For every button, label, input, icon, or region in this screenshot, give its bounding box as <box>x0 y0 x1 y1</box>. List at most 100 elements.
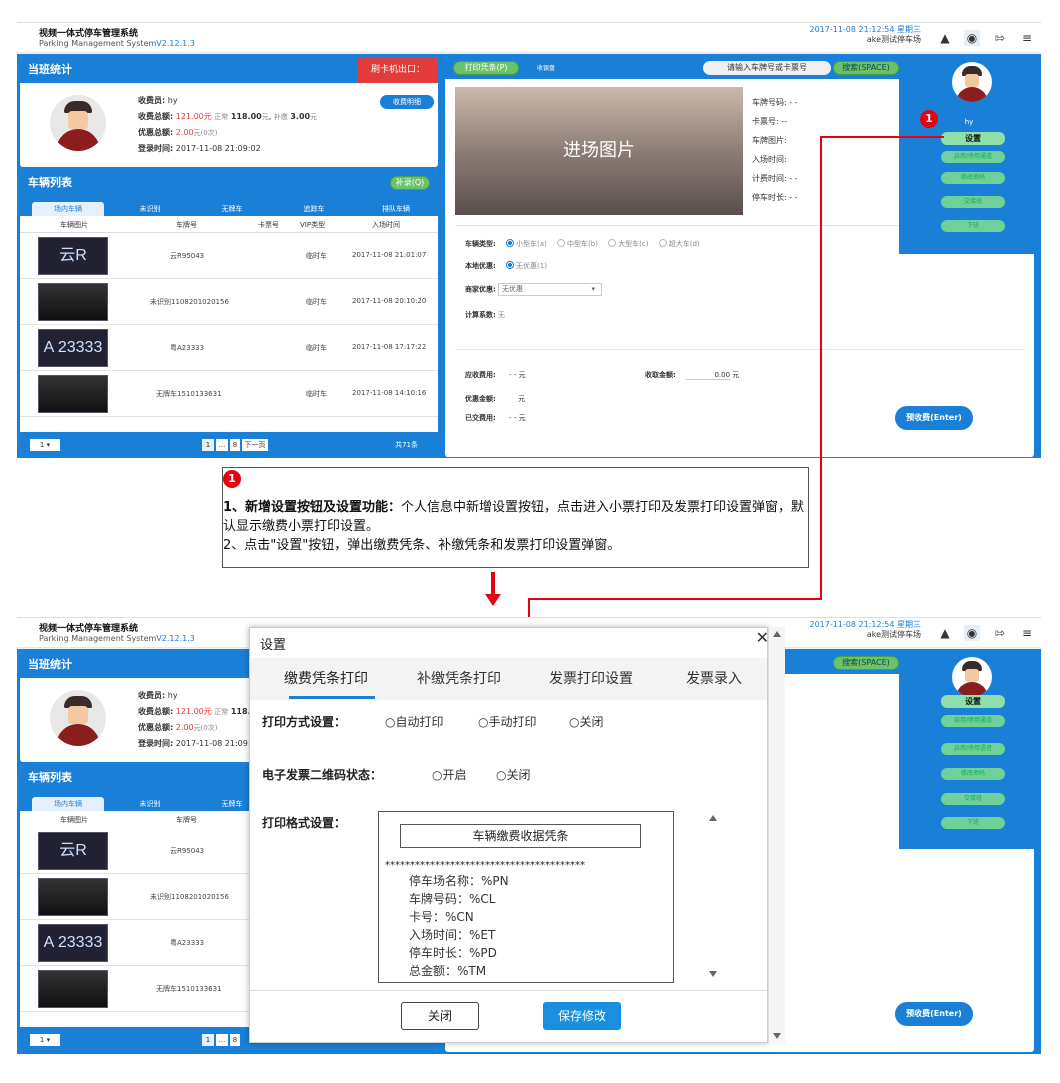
toggle-voice-button[interactable]: 启用/停用语音 <box>941 743 1005 755</box>
paid-label: 已交费用: <box>465 414 496 422</box>
menu-icon[interactable]: ≡ <box>1019 625 1035 641</box>
settings-button[interactable]: 设置 <box>941 132 1005 145</box>
table-row[interactable]: 云R 95043 云R95043 临时车 2017-11-08 21:01:07 <box>20 233 438 279</box>
user-icon[interactable]: ◉ <box>964 625 980 641</box>
lot-name: ake测试停车场 <box>866 630 921 639</box>
radio-small[interactable] <box>506 239 515 247</box>
vip-cell: 临时车 <box>306 344 327 352</box>
radio-xl[interactable] <box>658 239 667 247</box>
plate-cell: 粤A23333 <box>170 939 205 947</box>
receipt-format-editor[interactable]: 车辆缴费收据凭条 *******************************… <box>378 811 674 983</box>
tab-queue[interactable]: 排队车辆 <box>360 202 432 216</box>
duration-label: 停车时长: - - <box>752 193 798 202</box>
coef-value: 无 <box>498 311 506 319</box>
page-size-select[interactable]: 1 ▾ <box>30 1034 60 1046</box>
change-password-button[interactable]: 修改密码 <box>941 172 1005 184</box>
divider <box>455 349 1025 350</box>
table-row[interactable]: A 23333 粤A23333 临时车 2017-11-08 17:17:22 <box>20 325 438 371</box>
shift-card: 当班统计 刷卡机出口： 收费员: hy 收费总额: 121.00元 正常 118… <box>20 57 438 167</box>
radio-auto-print[interactable]: ○自动打印 <box>385 713 443 730</box>
close-button[interactable]: 关闭 <box>401 1002 479 1030</box>
editor-scrollbar[interactable] <box>705 811 721 983</box>
main-area: 当班统计 刷卡机出口： 收费员: hy 收费总额: 121.00元 正常 118… <box>17 54 1041 458</box>
shift-info: 收费员: hy 收费总额: 121.00元 正常 118.00元, 补缴 3.0… <box>138 96 318 153</box>
radio-large[interactable] <box>608 239 617 247</box>
table-row[interactable]: 未识别1108201020156 临时车 2017-11-08 20:10:20 <box>20 279 438 325</box>
page-8[interactable]: 8 <box>230 439 240 451</box>
total-value: 121.00 <box>175 112 204 121</box>
plate-image <box>38 970 108 1008</box>
radio-qr-on[interactable]: ○开启 <box>432 766 466 783</box>
login-value: 2017-11-08 21:09:02 <box>175 739 261 748</box>
menu-icon[interactable]: ≡ <box>1019 30 1035 46</box>
shirt-icon[interactable]: ▲ <box>937 30 953 46</box>
radio-medium[interactable] <box>557 239 566 247</box>
logout-button[interactable]: 下班 <box>941 817 1005 829</box>
dialog-scrollbar[interactable] <box>768 627 785 1043</box>
receipt-line: 总金额：%TM <box>409 964 487 978</box>
receipt-stars: **************************************** <box>385 860 585 871</box>
print-button[interactable]: 打印凭条(P) <box>453 61 519 75</box>
radio-local-discount[interactable] <box>506 261 515 269</box>
tab-in-lot[interactable]: 场内车辆 <box>32 202 104 216</box>
tab-tracking[interactable]: 追踪车 <box>278 202 350 216</box>
tab-unrecognized[interactable]: 未识别 <box>114 202 186 216</box>
user-icon[interactable]: ◉ <box>964 30 980 46</box>
table-row[interactable]: 无牌车1510133631 临时车 2017-11-08 14:10:16 <box>20 371 438 417</box>
merchant-select[interactable]: 无优惠 ▾ <box>498 283 603 296</box>
makeup-button[interactable]: 补录(Q) <box>390 176 430 190</box>
tab-in-lot[interactable]: 场内车辆 <box>32 797 104 811</box>
close-icon[interactable]: ✕ <box>756 628 769 647</box>
col-plate: 车牌号 <box>176 816 197 824</box>
popup-avatar <box>952 657 992 697</box>
receipt-title[interactable]: 车辆缴费收据凭条 <box>400 824 641 848</box>
received-label: 收取金额: <box>645 371 676 379</box>
page-size-select[interactable]: 1 ▾ <box>30 439 60 451</box>
handover-button[interactable]: 交接班 <box>941 793 1005 805</box>
annotation-text2: 2、点击"设置"按钮，弹出缴费凭条、补缴凭条和发票打印设置弹窗。 <box>223 538 621 553</box>
logout-button[interactable]: 下班 <box>941 220 1005 232</box>
received-input[interactable]: 0.00 <box>686 371 731 380</box>
tab-invoice-entry[interactable]: 发票录入 <box>686 668 742 688</box>
tab-makeup-receipt[interactable]: 补缴凭条打印 <box>417 668 501 688</box>
radio-print-off[interactable]: ○关闭 <box>569 713 603 730</box>
plate-cell: 云R95043 <box>170 252 205 260</box>
tab-no-plate[interactable]: 无牌车 <box>196 202 268 216</box>
prepay-button[interactable]: 预收费(Enter) <box>895 406 973 430</box>
plate-cell: 云R95043 <box>170 847 205 855</box>
tab-invoice-print[interactable]: 发票打印设置 <box>549 668 633 688</box>
total-label: 收费总额: <box>138 112 174 121</box>
page-size-value: 1 <box>39 441 45 449</box>
plate-label: 车牌号码: - - <box>752 98 798 107</box>
prepay-button[interactable]: 预收费(Enter) <box>895 1002 973 1026</box>
save-button[interactable]: 保存修改 <box>543 1002 621 1030</box>
toggle-channel-button[interactable]: 启用/停用通道 <box>941 715 1005 727</box>
plate-cell: 无牌车1510133631 <box>156 985 222 993</box>
page-8[interactable]: 8 <box>230 1034 240 1046</box>
page-1[interactable]: 1 <box>202 439 214 451</box>
change-password-button[interactable]: 修改密码 <box>941 768 1005 780</box>
search-button[interactable]: 搜索(SPACE) <box>833 656 899 670</box>
tab-payment-receipt[interactable]: 缴费凭条打印 <box>284 668 368 688</box>
radio-manual-print[interactable]: ○手动打印 <box>478 713 536 730</box>
exit-banner: 刷卡机出口： <box>358 57 438 83</box>
datetime: 2017-11-08 21:12:54 星期三 <box>809 25 921 34</box>
exit-icon[interactable]: ⇰ <box>992 625 1008 641</box>
page-1[interactable]: 1 <box>202 1034 214 1046</box>
toggle-channel-button[interactable]: 启用/停用通道 <box>941 151 1005 163</box>
connector-line <box>820 136 822 600</box>
paid-value: - - 元 <box>509 414 526 422</box>
detail-button[interactable]: 收费明细 <box>380 95 434 109</box>
search-input[interactable]: 请输入车牌号或卡票号 <box>703 61 831 75</box>
radio-qr-off[interactable]: ○关闭 <box>496 766 530 783</box>
tab-unrecognized[interactable]: 未识别 <box>114 797 186 811</box>
paid-row: 已交费用: - - 元 <box>465 413 526 423</box>
search-button[interactable]: 搜索(SPACE) <box>833 61 899 75</box>
shirt-icon[interactable]: ▲ <box>937 625 953 641</box>
down-arrow-icon <box>485 572 501 606</box>
handover-button[interactable]: 交接班 <box>941 196 1005 208</box>
settings-button[interactable]: 设置 <box>941 695 1005 708</box>
receipt-line: 停车场名称：%PN <box>409 874 509 888</box>
next-page[interactable]: 下一页 <box>242 439 268 451</box>
exit-icon[interactable]: ⇰ <box>992 30 1008 46</box>
